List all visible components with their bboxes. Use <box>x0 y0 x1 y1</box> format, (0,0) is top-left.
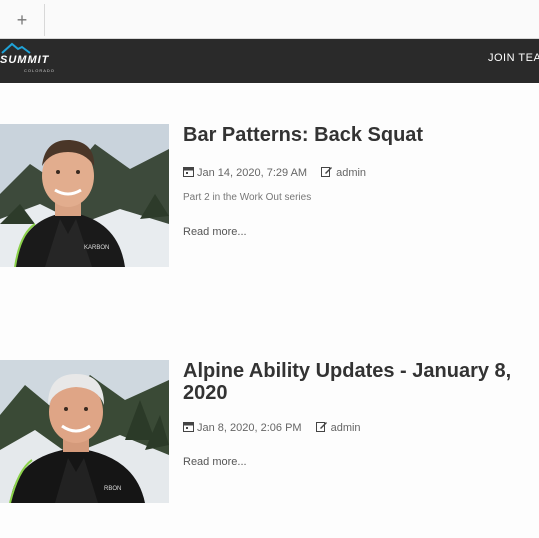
logo-subtext: COLORADO <box>24 68 55 73</box>
coach-photo-image: RBON <box>0 360 169 503</box>
read-more-link[interactable]: Read more... <box>183 226 247 238</box>
post-meta: Jan 8, 2020, 2:06 PM admin <box>183 421 361 435</box>
site-logo[interactable]: SUMMIT COLORADO <box>0 41 70 81</box>
browser-tab-bar: + <box>0 0 539 39</box>
post-author[interactable]: admin <box>336 167 366 179</box>
read-more-link[interactable]: Read more... <box>183 456 247 468</box>
post-date: Jan 14, 2020, 7:29 AM <box>197 167 308 179</box>
calendar-icon <box>183 166 194 180</box>
post-meta: Jan 14, 2020, 7:29 AM admin <box>183 166 366 180</box>
calendar-icon <box>183 421 194 435</box>
logo-text: SUMMIT <box>0 54 50 66</box>
coach-photo-image: KARBON <box>0 124 169 267</box>
edit-icon <box>315 421 328 435</box>
post-thumbnail[interactable]: RBON <box>0 360 169 503</box>
post-thumbnail[interactable]: KARBON <box>0 124 169 267</box>
post-date: Jan 8, 2020, 2:06 PM <box>197 422 302 434</box>
post-title[interactable]: Bar Patterns: Back Squat <box>183 124 533 146</box>
mountain-icon <box>1 42 31 54</box>
svg-text:RBON: RBON <box>104 486 121 492</box>
post-author[interactable]: admin <box>331 422 361 434</box>
svg-text:KARBON: KARBON <box>84 245 109 251</box>
site-navbar: SUMMIT COLORADO <box>0 39 539 83</box>
post-title[interactable]: Alpine Ability Updates - January 8, 2020 <box>183 360 533 404</box>
plus-icon: + <box>16 9 28 30</box>
nav-join-team-link[interactable]: JOIN TEA <box>488 52 539 64</box>
new-tab-button[interactable]: + <box>0 4 45 36</box>
post-excerpt: Part 2 in the Work Out series <box>183 192 312 203</box>
post-list: KARBON Bar Patterns: Back Squat Jan 14, … <box>0 84 539 538</box>
edit-icon <box>321 166 333 180</box>
